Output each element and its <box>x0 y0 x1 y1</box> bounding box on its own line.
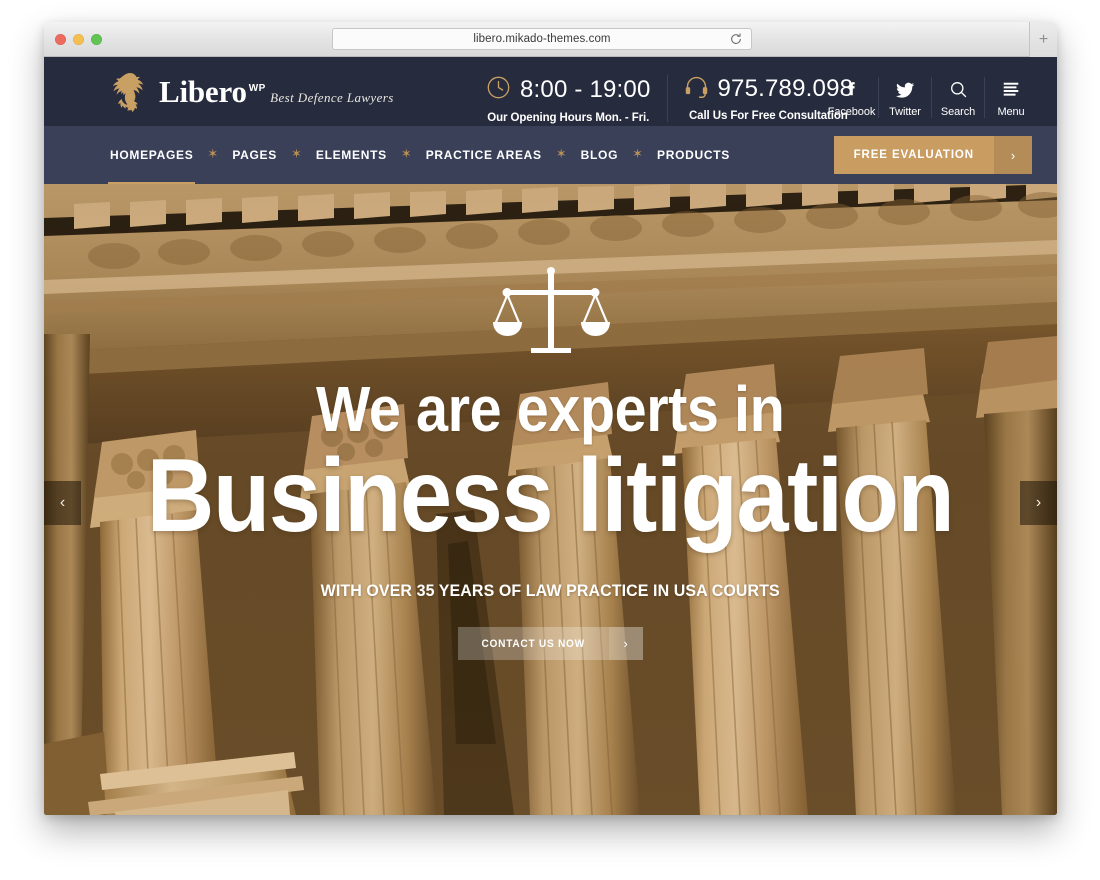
browser-window: libero.mikado-themes.com + Libero WP Bes… <box>44 22 1057 815</box>
minimize-window-button[interactable] <box>73 34 84 45</box>
search-button[interactable]: Search <box>931 77 984 118</box>
logo-superscript: WP <box>248 82 266 94</box>
header-contact-info: 8:00 - 19:00 Our Opening Hours Mon. - Fr… <box>470 75 869 124</box>
opening-hours-value: 8:00 - 19:00 <box>520 76 651 103</box>
nav-item-homepages[interactable]: HOMEPAGES <box>107 126 196 184</box>
address-bar[interactable]: libero.mikado-themes.com <box>332 28 752 50</box>
facebook-link[interactable]: Facebook <box>825 77 878 118</box>
phone-label: Call Us For Free Consultation <box>688 110 848 122</box>
hero-slider: We are experts in Business litigation WI… <box>44 184 1057 815</box>
nav-item-pages[interactable]: PAGES <box>232 126 277 184</box>
chevron-right-icon: › <box>994 136 1032 174</box>
hamburger-menu-icon <box>1000 77 1022 102</box>
window-traffic-lights <box>55 34 102 45</box>
twitter-label: Twitter <box>889 106 921 118</box>
contact-us-now-label: CONTACT US NOW <box>481 637 586 650</box>
reload-icon[interactable] <box>729 32 743 46</box>
close-window-button[interactable] <box>55 34 66 45</box>
free-evaluation-button[interactable]: FREE EVALUATION › <box>833 136 1032 174</box>
slider-prev-button[interactable]: ‹ <box>44 481 81 525</box>
hero-content: We are experts in Business litigation WI… <box>44 262 1057 661</box>
nav-separator-icon: ✶ <box>555 145 567 161</box>
contact-us-now-button[interactable]: CONTACT US NOW › <box>458 627 643 661</box>
nav-item-elements[interactable]: ELEMENTS <box>316 126 387 184</box>
twitter-link[interactable]: Twitter <box>878 77 931 118</box>
hero-headline-line1: We are experts in <box>316 373 785 445</box>
site-logo[interactable]: Libero WP Best Defence Lawyers <box>110 69 394 115</box>
headset-icon <box>684 75 709 103</box>
logo-name: Libero WP <box>159 74 266 109</box>
site-header: Libero WP Best Defence Lawyers 8:00 - 19:… <box>44 57 1057 126</box>
website-viewport: Libero WP Best Defence Lawyers 8:00 - 19:… <box>44 57 1057 815</box>
opening-hours-label: Our Opening Hours Mon. - Fri. <box>487 112 650 124</box>
nav-separator-icon: ✶ <box>207 145 219 161</box>
hero-subtitle: WITH OVER 35 YEARS OF LAW PRACTICE IN US… <box>320 581 781 601</box>
new-tab-button[interactable]: + <box>1029 22 1057 57</box>
griffin-crest-icon <box>113 73 144 112</box>
facebook-icon <box>841 77 862 102</box>
facebook-label: Facebook <box>827 106 876 118</box>
search-icon <box>948 77 969 102</box>
nav-separator-icon: ✶ <box>400 145 412 161</box>
menu-button[interactable]: Menu <box>984 77 1037 118</box>
menu-label: Menu <box>997 106 1025 118</box>
slider-next-button[interactable]: › <box>1020 481 1057 525</box>
browser-chrome: libero.mikado-themes.com + <box>44 22 1057 57</box>
hero-headline-line2: Business litigation <box>147 438 955 554</box>
nav-item-practice-areas[interactable]: PRACTICE AREAS <box>426 126 542 184</box>
opening-hours-top: 8:00 - 19:00 <box>486 75 651 105</box>
nav-item-products[interactable]: PRODUCTS <box>657 126 730 184</box>
search-label: Search <box>940 106 976 118</box>
free-evaluation-label: FREE EVALUATION <box>853 149 974 161</box>
nav-item-blog[interactable]: BLOG <box>581 126 618 184</box>
nav-list: HOMEPAGES ✶ PAGES ✶ ELEMENTS ✶ PRACTICE … <box>107 126 730 184</box>
address-bar-url: libero.mikado-themes.com <box>473 33 611 45</box>
header-actions: Facebook Twitter Search Menu <box>825 77 1037 118</box>
opening-hours-block: 8:00 - 19:00 Our Opening Hours Mon. - Fr… <box>470 75 667 124</box>
main-navigation: HOMEPAGES ✶ PAGES ✶ ELEMENTS ✶ PRACTICE … <box>44 126 1057 184</box>
twitter-icon <box>894 77 916 102</box>
maximize-window-button[interactable] <box>91 34 102 45</box>
chevron-right-icon: › <box>608 627 643 661</box>
scales-of-justice-icon <box>491 262 611 367</box>
clock-icon <box>486 75 511 105</box>
logo-tagline: Best Defence Lawyers <box>270 90 394 105</box>
nav-separator-icon: ✶ <box>632 145 644 161</box>
nav-separator-icon: ✶ <box>290 145 302 161</box>
logo-text: Libero WP Best Defence Lawyers <box>159 74 394 109</box>
